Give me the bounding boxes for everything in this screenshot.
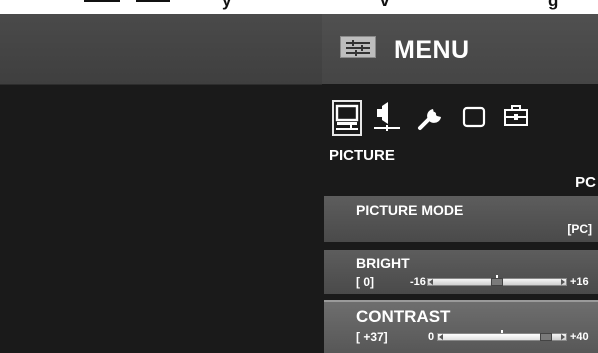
menu-item-label: PICTURE MODE <box>356 202 464 218</box>
audio-icon[interactable] <box>372 100 406 136</box>
left-header-band <box>0 14 322 85</box>
osd-menu-panel: MENU PICTURE PC PICTURE MODE [PC] BRIGHT… <box>322 14 598 353</box>
slider-center-tick <box>501 330 503 333</box>
bright-slider[interactable] <box>427 275 567 286</box>
slider-fill <box>438 334 553 340</box>
contrast-value: [ +37] <box>356 330 388 344</box>
caption-fragment-g: g <box>548 0 559 10</box>
caption-underline-b <box>136 0 170 2</box>
bright-min-label: -16 <box>410 276 426 288</box>
contrast-slider[interactable] <box>437 330 567 341</box>
selected-category-label: PICTURE <box>329 147 395 164</box>
picture-icon[interactable] <box>332 100 362 136</box>
menu-item-picture-mode[interactable]: PICTURE MODE [PC] <box>324 196 598 242</box>
top-caption-strip: y v g <box>0 0 598 14</box>
setup-icon[interactable] <box>414 100 448 136</box>
slider-thumb[interactable] <box>540 333 553 341</box>
caption-fragment-y: y <box>222 0 232 10</box>
bright-value: [ 0] <box>356 275 374 289</box>
tv-screen: MENU PICTURE PC PICTURE MODE [PC] BRIGHT… <box>0 14 598 353</box>
menu-item-label: CONTRAST <box>356 307 451 326</box>
menu-item-bright[interactable]: BRIGHT [ 0] -16 +16 <box>324 250 598 294</box>
slider-right-arrow-icon <box>561 279 565 285</box>
slider-right-arrow-icon <box>561 334 565 340</box>
category-icon-row <box>330 100 590 140</box>
menu-item-label: BRIGHT <box>356 255 410 271</box>
menu-title: MENU <box>394 36 470 64</box>
caption-underline-a <box>84 0 120 2</box>
input-source-label: PC <box>575 174 596 191</box>
slider-thumb[interactable] <box>491 278 503 286</box>
menu-settings-icon <box>340 36 376 58</box>
menu-header: MENU <box>322 14 598 84</box>
contrast-max-label: +40 <box>570 331 589 343</box>
menu-item-contrast[interactable]: CONTRAST [ +37] 0 +40 <box>324 300 598 353</box>
slider-left-arrow-icon <box>429 279 433 285</box>
slider-left-arrow-icon <box>439 334 443 340</box>
bright-max-label: +16 <box>570 276 589 288</box>
contrast-min-label: 0 <box>428 331 435 343</box>
screen-icon[interactable] <box>460 100 494 136</box>
caption-fragment-v: v <box>380 0 390 10</box>
picture-mode-value: [PC] <box>567 222 592 236</box>
toolbox-icon[interactable] <box>502 100 536 136</box>
